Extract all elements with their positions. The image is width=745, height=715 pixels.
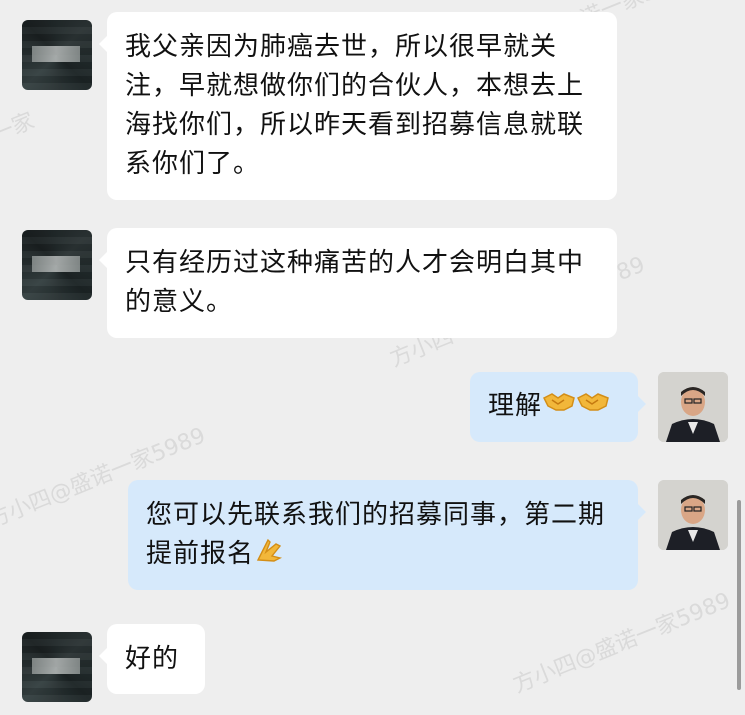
- contact-avatar[interactable]: [22, 632, 92, 702]
- message-text: 您可以先联系我们的招募同事，第二期提前报名: [146, 500, 606, 569]
- person-photo-icon: [658, 372, 728, 442]
- message-text: 只有经历过这种痛苦的人才会明白其中的意义。: [125, 248, 585, 317]
- message-bubble[interactable]: 您可以先联系我们的招募同事，第二期提前报名: [128, 480, 646, 590]
- message-bubble[interactable]: 理解: [470, 372, 646, 442]
- my-avatar[interactable]: [658, 480, 728, 550]
- watermark: 方小四@盛诺一家5989: [509, 588, 735, 699]
- folded-hands-emoji-icon: [254, 535, 284, 574]
- contact-avatar[interactable]: [22, 230, 92, 300]
- my-avatar[interactable]: [658, 372, 728, 442]
- handshake-emoji-icon: [542, 387, 576, 426]
- person-photo-icon: [658, 480, 728, 550]
- contact-avatar[interactable]: [22, 20, 92, 90]
- message-bubble[interactable]: 好的: [99, 624, 205, 694]
- message-bubble[interactable]: 只有经历过这种痛苦的人才会明白其中的意义。: [99, 228, 617, 338]
- message-text: 好的: [125, 644, 180, 674]
- handshake-emoji-icon: [576, 387, 610, 426]
- message-bubble[interactable]: 我父亲因为肺癌去世，所以很早就关注，早就想做你们的合伙人，本想去上海找你们，所以…: [99, 12, 617, 200]
- chat-view: 方小四@盛诺一家5989 一家 5989 方小四 方小四@盛诺一家5989 方小…: [0, 0, 745, 715]
- scrollbar[interactable]: [737, 500, 741, 690]
- message-text: 理解: [488, 391, 543, 421]
- message-text: 我父亲因为肺癌去世，所以很早就关注，早就想做你们的合伙人，本想去上海找你们，所以…: [125, 32, 585, 179]
- watermark: 一家: [0, 108, 39, 149]
